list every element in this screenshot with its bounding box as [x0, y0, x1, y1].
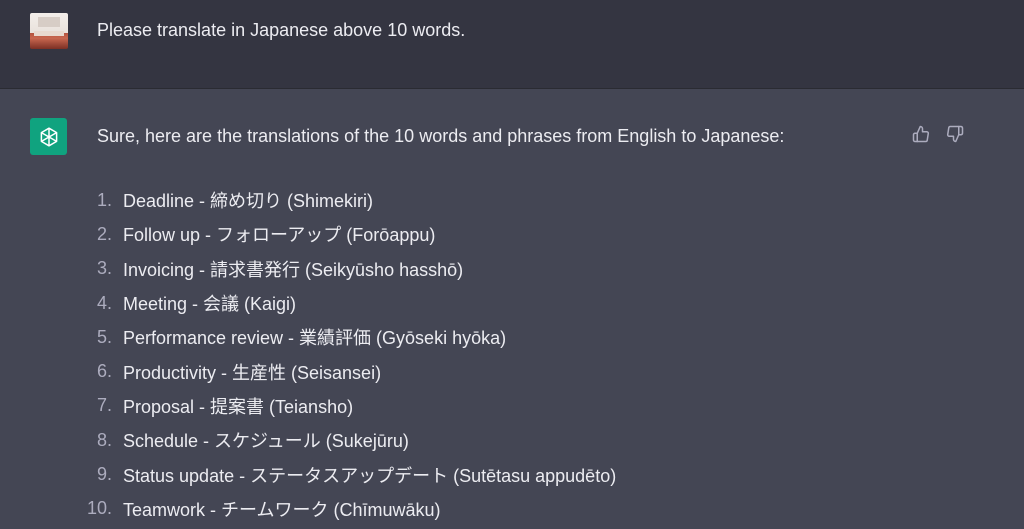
list-item: 1. Deadline - 締め切り (Shimekiri)	[80, 183, 616, 217]
list-item: 6. Productivity - 生産性 (Seisansei)	[80, 354, 616, 388]
list-item-number: 4.	[96, 292, 112, 313]
list-item: 7. Proposal - 提案書 (Teiansho)	[80, 389, 616, 423]
list-item-text: Schedule - スケジュール (Sukejūru)	[123, 431, 409, 452]
openai-logo-icon	[30, 118, 67, 155]
user-message: Please translate in Japanese above 10 wo…	[0, 0, 1024, 89]
list-item-text: Meeting - 会議 (Kaigi)	[123, 294, 297, 315]
list-item-number: 3.	[96, 258, 112, 279]
list-item-number: 9.	[96, 464, 112, 485]
list-item-text: Performance review - 業績評価 (Gyōseki hyōka…	[123, 328, 507, 349]
list-item-number: 2.	[96, 223, 112, 244]
assistant-intro-text: Sure, here are the translations of the 1…	[97, 126, 785, 146]
thumbs-down-icon[interactable]	[944, 123, 966, 145]
list-item-text: Follow up - フォローアップ (Forōappu)	[123, 225, 436, 246]
list-item: 4. Meeting - 会議 (Kaigi)	[80, 286, 616, 320]
list-item-text: Deadline - 締め切り (Shimekiri)	[123, 191, 374, 212]
list-item: 3. Invoicing - 請求書発行 (Seikyūsho hasshō)	[80, 252, 616, 286]
list-item-text: Productivity - 生産性 (Seisansei)	[123, 362, 382, 383]
list-item-text: Teamwork - チームワーク (Chīmuwāku)	[123, 499, 441, 520]
list-item-number: 10.	[86, 498, 112, 519]
user-avatar	[30, 13, 68, 49]
list-item: 10. Teamwork - チームワーク (Chīmuwāku)	[80, 492, 616, 526]
user-message-text: Please translate in Japanese above 10 wo…	[97, 20, 466, 40]
list-item: 8. Schedule - スケジュール (Sukejūru)	[80, 423, 616, 457]
list-item-text: Proposal - 提案書 (Teiansho)	[123, 396, 354, 417]
list-item-number: 6.	[96, 361, 112, 382]
list-item: 2. Follow up - フォローアップ (Forōappu)	[80, 217, 616, 251]
thumbs-up-icon[interactable]	[910, 123, 932, 145]
list-item-number: 5.	[96, 326, 112, 347]
translation-list: 1. Deadline - 締め切り (Shimekiri) 2. Follow…	[80, 183, 616, 526]
list-item-number: 7.	[96, 395, 112, 416]
list-item: 9. Status update - ステータスアップデート (Sutētasu…	[80, 457, 616, 491]
list-item-text: Invoicing - 請求書発行 (Seikyūsho hasshō)	[123, 259, 464, 280]
list-item-text: Status update - ステータスアップデート (Sutētasu ap…	[123, 465, 617, 486]
list-item-number: 8.	[96, 429, 112, 450]
list-item: 5. Performance review - 業績評価 (Gyōseki hy…	[80, 320, 616, 354]
list-item-number: 1.	[96, 189, 112, 210]
